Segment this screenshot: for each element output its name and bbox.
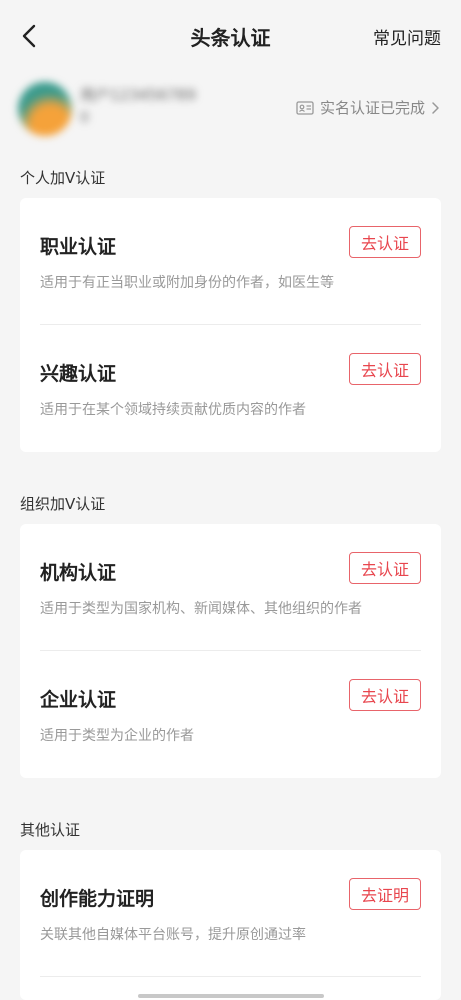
top-bar: 头条认证 常见问题 [0,0,461,72]
faq-link[interactable]: 常见问题 [373,24,441,49]
verify-button[interactable]: 去认证 [349,353,421,385]
divider [40,976,421,977]
item-title: 机构认证 [40,562,117,584]
item-title: 兴趣认证 [40,363,117,385]
list-item-professional[interactable]: 职业认证 适用于有正当职业或附加身份的作者，如医生等 去认证 [20,198,441,325]
item-description: 适用于在某个领域持续贡献优质内容的作者 [40,402,306,418]
list-item-enterprise[interactable]: 企业认证 适用于类型为企业的作者 去认证 [20,651,441,778]
card-other: 创作能力证明 关联其他自媒体平台账号，提升原创通过率 去证明 [20,850,441,1000]
card-personal: 职业认证 适用于有正当职业或附加身份的作者，如医生等 去认证 兴趣认证 适用于在… [20,198,441,452]
id-card-icon [296,100,314,115]
section-title-personal: 个人加V认证 [20,169,106,187]
item-description: 适用于类型为国家机构、新闻媒体、其他组织的作者 [40,601,362,617]
verify-button[interactable]: 去认证 [349,679,421,711]
real-name-status-label: 实名认证已完成 [319,99,425,117]
home-indicator [138,994,324,998]
item-description: 适用于有正当职业或附加身份的作者，如医生等 [40,275,334,291]
profile-section: 用户123456789 0 实名认证已完成 [0,72,461,152]
card-organization: 机构认证 适用于类型为国家机构、新闻媒体、其他组织的作者 去认证 企业认证 适用… [20,524,441,778]
item-title: 创作能力证明 [40,888,155,910]
profile-name: 用户123456789 [80,86,196,104]
avatar [18,82,72,136]
item-title: 职业认证 [40,236,117,258]
real-name-status[interactable]: 实名认证已完成 [296,97,441,118]
verify-button[interactable]: 去认证 [349,226,421,258]
list-item-institution[interactable]: 机构认证 适用于类型为国家机构、新闻媒体、其他组织的作者 去认证 [20,524,441,651]
prove-button[interactable]: 去证明 [349,878,421,910]
verify-button[interactable]: 去认证 [349,552,421,584]
list-item-creative-ability[interactable]: 创作能力证明 关联其他自媒体平台账号，提升原创通过率 去证明 [20,850,441,977]
item-title: 企业认证 [40,689,117,711]
section-title-other: 其他认证 [20,821,81,839]
chevron-right-icon [432,101,439,114]
profile-subtext: 0 [80,110,89,126]
item-description: 关联其他自媒体平台账号，提升原创通过率 [40,927,306,943]
list-item-interest[interactable]: 兴趣认证 适用于在某个领域持续贡献优质内容的作者 去认证 [20,325,441,452]
item-description: 适用于类型为企业的作者 [40,728,194,744]
section-title-organization: 组织加V认证 [20,495,106,513]
